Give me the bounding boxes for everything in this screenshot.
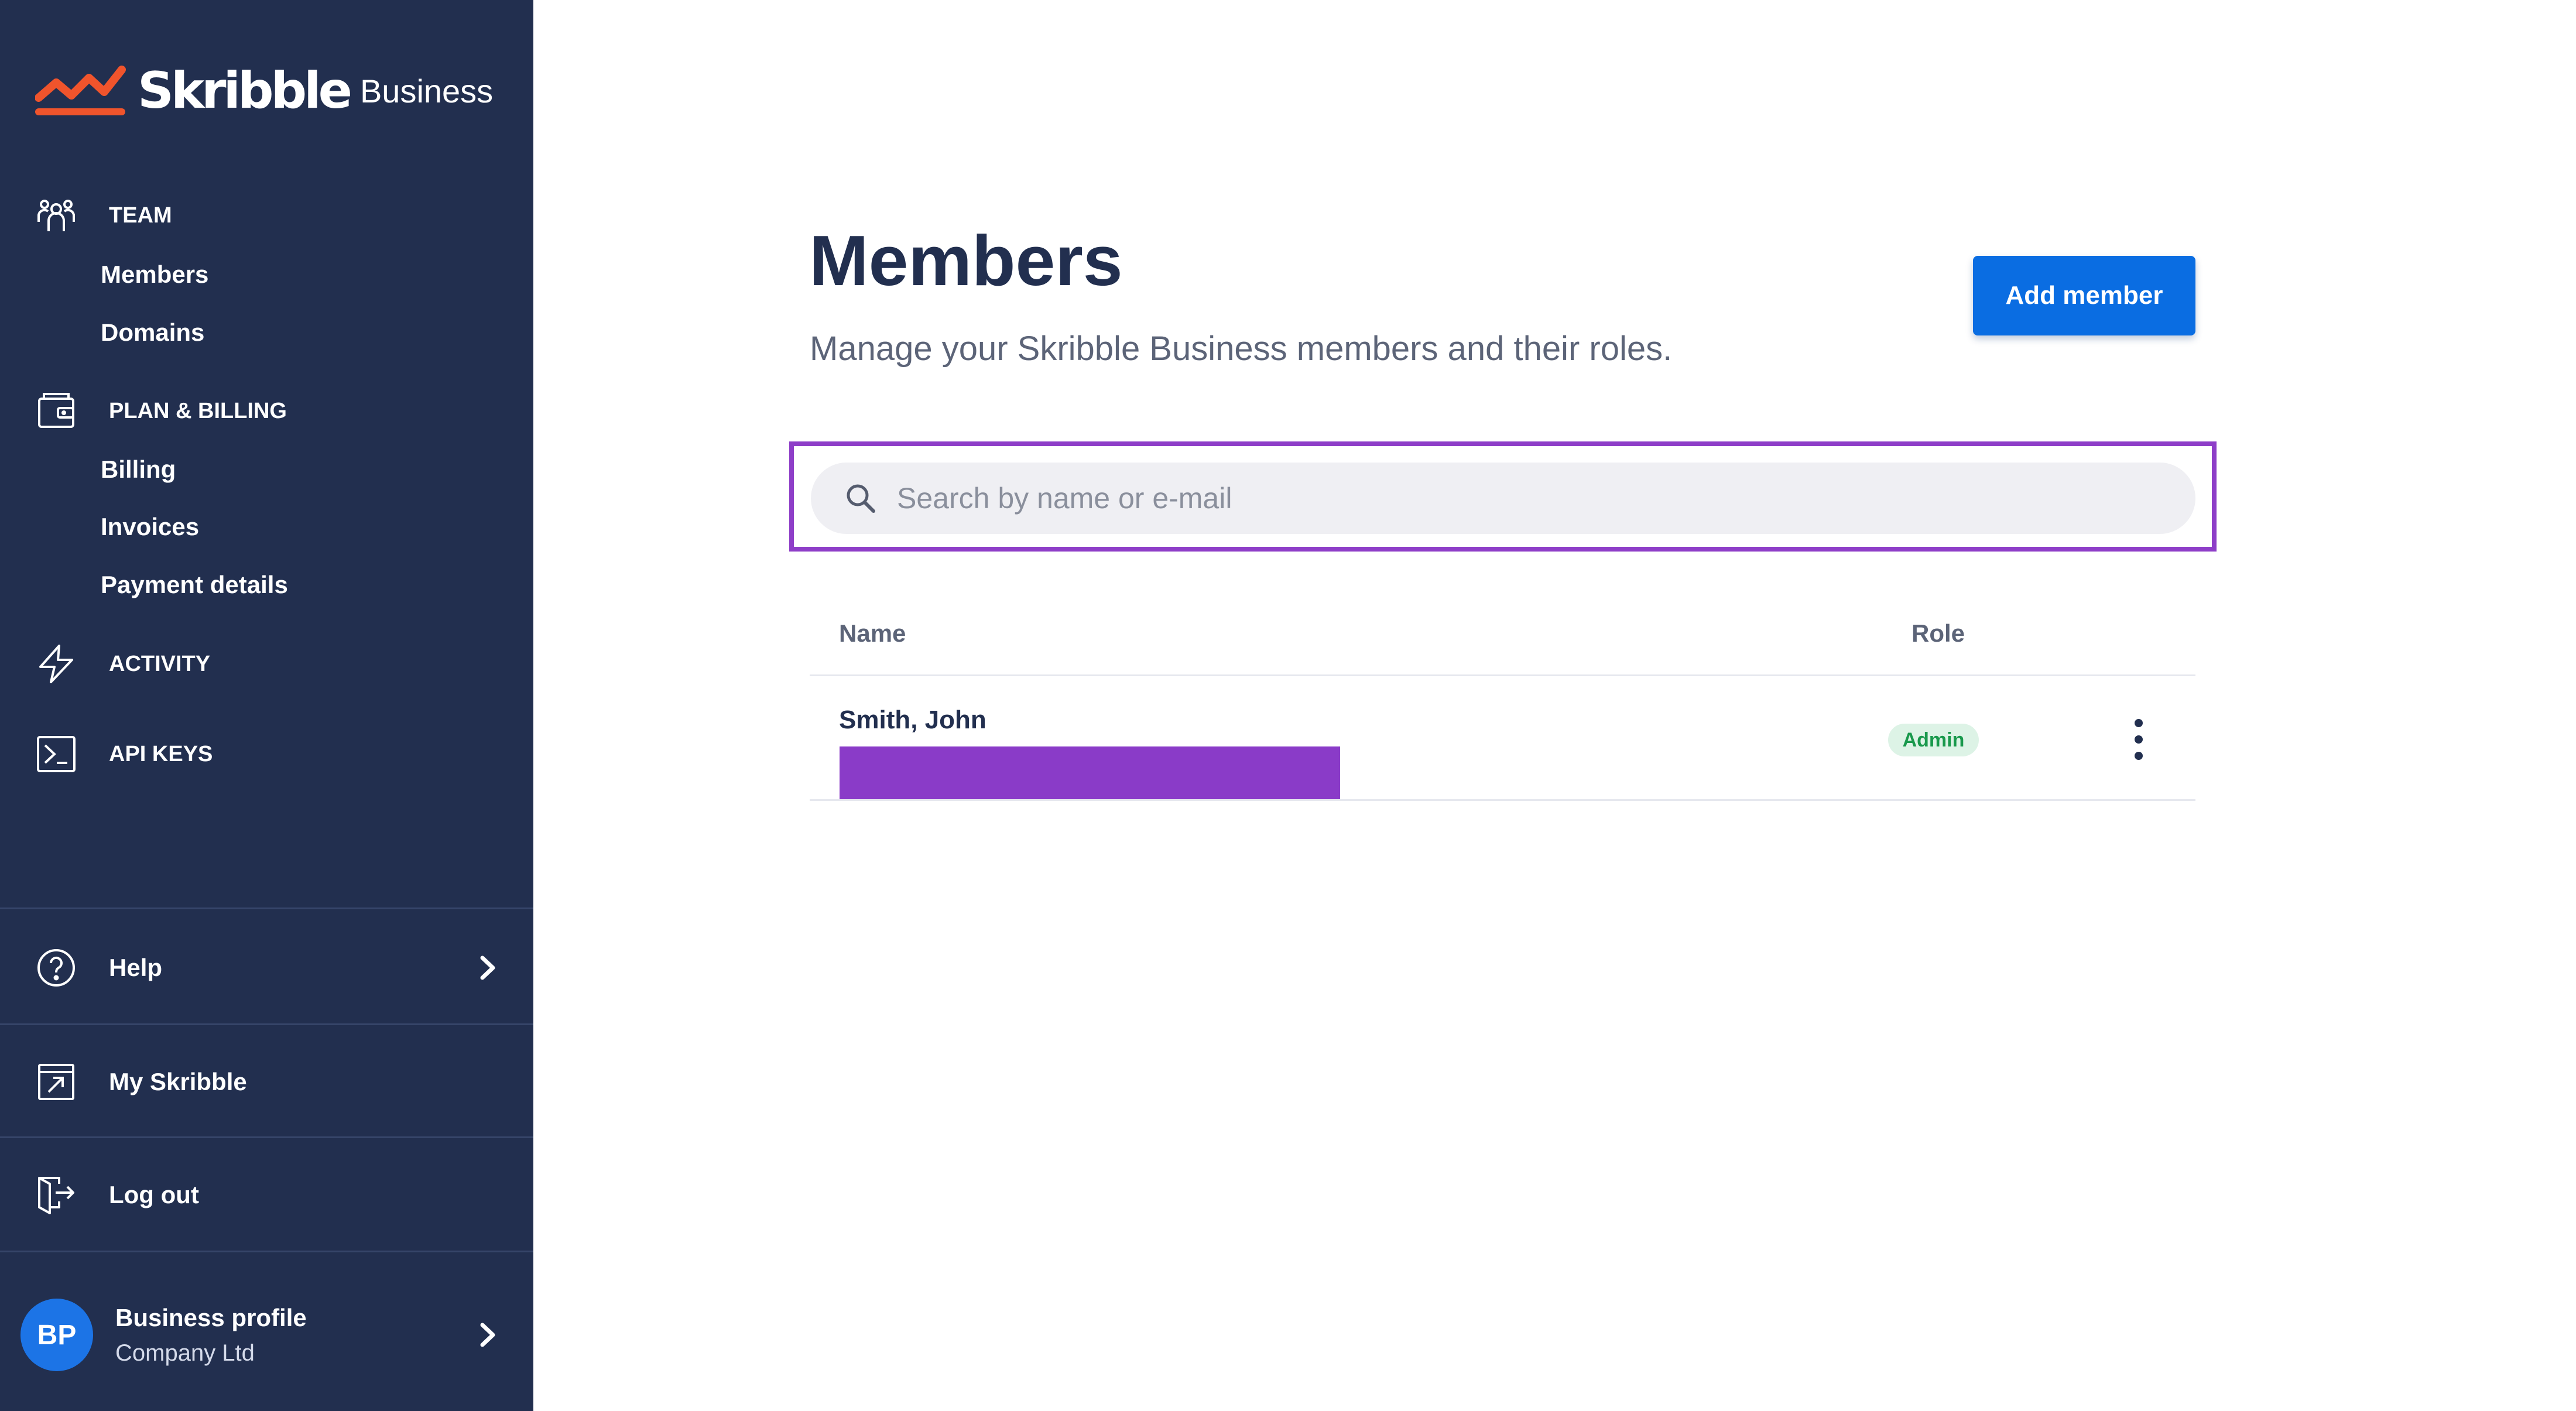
my-skribble-item[interactable]: My Skribble [34, 1059, 502, 1105]
chevron-right-icon [480, 1323, 495, 1347]
sidebar: Skribble Business TEAM Members Domains P… [0, 0, 533, 1411]
skribble-logo-icon [35, 66, 126, 115]
section-label-plan-billing: PLAN & BILLING [109, 398, 287, 423]
add-member-button[interactable]: Add member [1973, 256, 2195, 335]
business-profile[interactable]: BP Business profile Company Ltd [20, 1297, 501, 1373]
sidebar-item-invoices[interactable]: Invoices [101, 513, 199, 541]
chevron-right-icon [480, 955, 495, 980]
section-plan-billing[interactable]: PLAN & BILLING [34, 389, 287, 433]
help-item[interactable]: Help [34, 944, 502, 991]
section-label-api-keys: API KEYS [109, 741, 213, 766]
profile-name: Business profile [115, 1303, 307, 1331]
page-subtitle: Manage your Skribble Business members an… [810, 330, 1673, 368]
section-team[interactable]: TEAM [34, 193, 172, 238]
logout-label: Log out [109, 1181, 199, 1208]
wallet-icon [34, 389, 78, 433]
search-icon [847, 484, 875, 513]
sidebar-divider [0, 907, 533, 909]
team-icon [34, 193, 78, 238]
lightning-icon [34, 642, 78, 686]
help-label: Help [109, 954, 163, 981]
search-input[interactable] [896, 474, 2195, 522]
section-api-keys[interactable]: API KEYS [34, 732, 213, 776]
brand-product: Business [359, 72, 494, 109]
terminal-icon [34, 732, 78, 776]
profile-text: Business profile Company Ltd [115, 1304, 307, 1367]
sidebar-divider [0, 1136, 533, 1138]
sidebar-item-members[interactable]: Members [101, 261, 208, 289]
section-label-activity: ACTIVITY [109, 651, 211, 676]
section-activity[interactable]: ACTIVITY [34, 642, 210, 686]
sidebar-divider [0, 1023, 533, 1025]
sidebar-divider [0, 1251, 533, 1252]
table-divider [810, 674, 2195, 676]
page-title: Members [809, 221, 1123, 300]
logout-icon [34, 1173, 78, 1217]
my-skribble-label: My Skribble [109, 1068, 247, 1095]
sidebar-item-domains[interactable]: Domains [101, 318, 204, 347]
search-bar[interactable] [811, 463, 2195, 534]
sidebar-item-payment-details[interactable]: Payment details [101, 571, 288, 599]
more-options-icon[interactable] [2124, 719, 2153, 760]
external-link-icon [34, 1060, 78, 1104]
avatar: BP [20, 1299, 93, 1371]
member-name: Smith, John [839, 706, 986, 734]
sidebar-item-billing[interactable]: Billing [101, 456, 176, 484]
profile-company: Company Ltd [115, 1340, 255, 1366]
column-header-role[interactable]: Role [1912, 619, 1965, 648]
brand-logo[interactable]: Skribble Business [35, 61, 493, 120]
redacted-email [840, 746, 1340, 800]
section-label-team: TEAM [109, 203, 172, 228]
brand-name: Skribble [138, 61, 352, 120]
role-badge: Admin [1888, 724, 1979, 756]
column-header-name[interactable]: Name [839, 619, 906, 648]
logout-item[interactable]: Log out [34, 1172, 502, 1218]
table-divider [810, 799, 2195, 801]
help-icon [34, 946, 78, 990]
